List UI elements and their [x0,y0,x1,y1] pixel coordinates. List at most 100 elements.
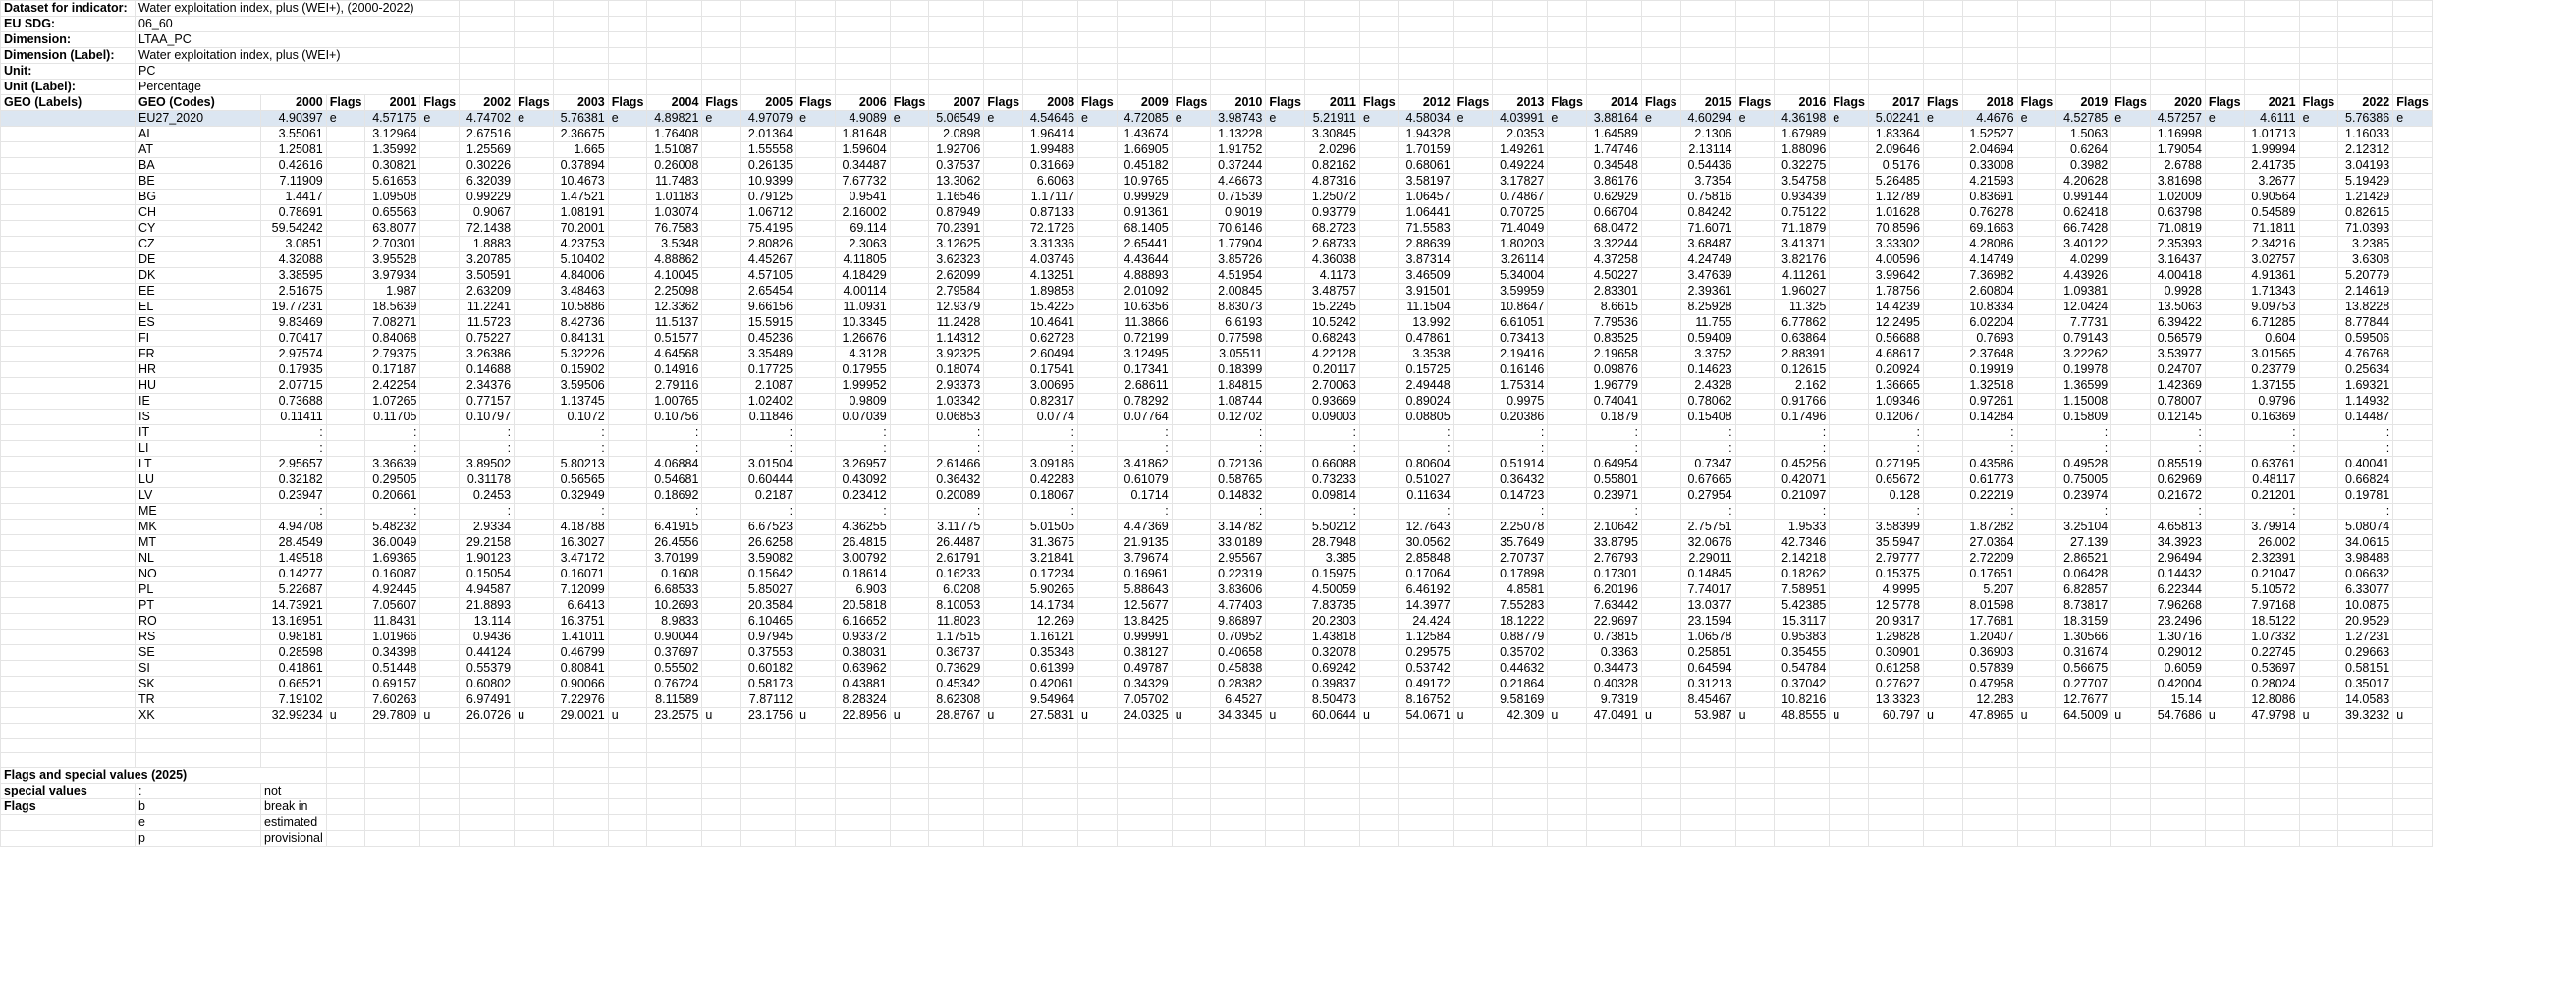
value-cell[interactable]: 3.25104 [2055,519,2112,535]
value-cell[interactable]: 0.84131 [552,330,609,347]
value-cell[interactable]: : [1210,424,1267,441]
flag-cell[interactable] [2298,550,2339,567]
value-cell[interactable]: 4.13251 [1022,267,1079,284]
value-cell[interactable]: 8.01598 [1961,597,2018,614]
empty-cell[interactable] [2204,47,2245,64]
flag-cell[interactable] [795,424,836,441]
empty-cell[interactable] [795,738,836,753]
empty-cell[interactable] [1210,767,1267,784]
flag-cell[interactable] [2110,519,2151,535]
flag-cell[interactable] [419,220,461,237]
flag-cell[interactable] [1171,377,1212,394]
flag-cell[interactable] [701,299,742,315]
flag-cell[interactable] [795,204,836,221]
value-cell[interactable]: 0.49528 [2055,456,2112,472]
empty-cell[interactable] [1022,814,1079,831]
flag-cell[interactable] [1734,644,1776,661]
flag-cell[interactable] [701,566,742,582]
empty-cell[interactable] [2298,798,2339,815]
flag-cell[interactable] [2016,597,2057,614]
flag-cell[interactable] [514,393,554,410]
value-cell[interactable]: 1.02402 [740,393,797,410]
flags-header[interactable]: Flags [1077,94,1118,111]
meta-value[interactable]: Water exploitation index, plus (WEI+), (… [134,0,461,17]
value-cell[interactable]: 2.39361 [1679,283,1736,300]
value-cell[interactable]: 11.5723 [459,314,516,331]
empty-cell[interactable] [889,767,930,784]
empty-cell[interactable] [983,47,1024,64]
flag-cell[interactable] [1171,330,1212,347]
flag-cell[interactable] [1265,550,1305,567]
value-cell[interactable]: 13.0377 [1679,597,1736,614]
geo-label-cell[interactable] [0,629,136,645]
geo-label-cell[interactable] [0,660,136,677]
legend-label[interactable] [0,830,136,847]
flag-cell[interactable] [1077,566,1118,582]
value-cell[interactable]: 0.35348 [1022,644,1079,661]
value-cell[interactable]: 5.76381 [552,110,609,127]
flag-cell[interactable] [983,644,1024,661]
empty-cell[interactable] [2055,0,2112,17]
value-cell[interactable]: 0.15902 [552,361,609,378]
flag-cell[interactable] [1829,126,1869,142]
value-cell[interactable]: 0.69157 [364,676,421,692]
empty-cell[interactable] [1398,79,1454,95]
flag-cell[interactable] [1265,283,1305,300]
empty-cell[interactable] [1265,830,1305,847]
flag-cell[interactable] [514,157,554,174]
flag-cell[interactable] [419,534,461,551]
value-cell[interactable]: 4.9089 [834,110,891,127]
flag-cell[interactable] [1734,534,1776,551]
geo-code-cell[interactable]: SK [135,676,261,692]
empty-cell[interactable] [2298,47,2339,64]
flag-cell[interactable] [795,267,836,284]
flag-cell[interactable] [1359,283,1399,300]
value-cell[interactable]: : [1774,440,1831,457]
flag-cell[interactable] [1077,676,1118,692]
flag-cell[interactable] [701,613,742,630]
value-cell[interactable]: 10.8334 [1961,299,2018,315]
empty-cell[interactable] [2055,738,2112,753]
empty-cell[interactable] [1265,783,1305,799]
flag-cell[interactable]: e [2110,110,2151,127]
empty-cell[interactable] [552,723,609,739]
value-cell[interactable]: 68.0472 [1585,220,1642,237]
geo-code-cell[interactable]: RO [135,613,261,630]
flag-cell[interactable] [2016,377,2057,394]
value-cell[interactable]: 13.992 [1398,314,1454,331]
geo-label-cell[interactable] [0,393,136,410]
empty-cell[interactable] [646,0,703,17]
flag-cell[interactable]: e [2016,110,2057,127]
value-cell[interactable]: 18.3159 [2055,613,2112,630]
value-cell[interactable]: 8.10053 [928,597,985,614]
flag-cell[interactable] [325,487,366,504]
flag-cell[interactable] [1829,471,1869,488]
value-cell[interactable]: 11.3866 [1116,314,1173,331]
empty-cell[interactable] [1679,783,1736,799]
flag-cell[interactable] [2110,409,2151,425]
flag-cell[interactable] [325,424,366,441]
flag-cell[interactable] [607,377,648,394]
value-cell[interactable]: 1.81648 [834,126,891,142]
flag-cell[interactable] [795,220,836,237]
value-cell[interactable]: 4.20628 [2055,173,2112,190]
flag-cell[interactable] [1077,220,1118,237]
value-cell[interactable]: 0.23947 [260,487,327,504]
value-cell[interactable]: 0.66521 [260,676,327,692]
value-cell[interactable]: 3.12964 [364,126,421,142]
value-cell[interactable]: 4.9995 [1867,581,1924,598]
empty-cell[interactable] [607,723,648,739]
flag-cell[interactable] [1922,220,1963,237]
value-cell[interactable]: 0.37537 [928,157,985,174]
value-cell[interactable]: 0.53697 [2243,660,2300,677]
value-cell[interactable]: 0.21672 [2149,487,2206,504]
empty-cell[interactable] [1679,738,1736,753]
empty-cell[interactable] [1961,79,2018,95]
flag-cell[interactable] [2298,424,2339,441]
flag-cell[interactable] [2110,691,2151,708]
flag-cell[interactable] [983,346,1024,362]
empty-cell[interactable] [364,738,421,753]
geo-code-cell[interactable]: DK [135,267,261,284]
value-cell[interactable]: 1.70159 [1398,141,1454,158]
empty-cell[interactable] [607,798,648,815]
